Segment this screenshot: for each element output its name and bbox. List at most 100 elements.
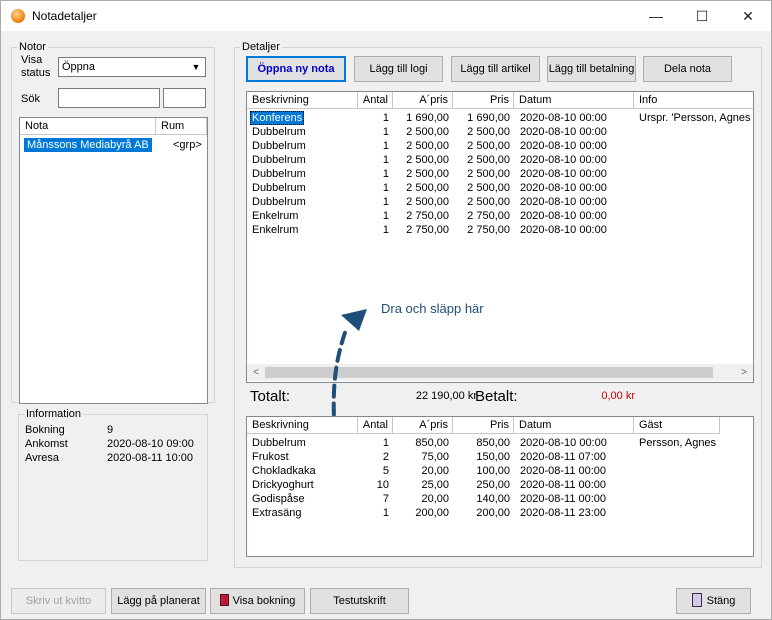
add-lodging-button[interactable]: Lägg till logi bbox=[354, 56, 443, 82]
add-payment-button[interactable]: Lägg till betalning bbox=[547, 56, 636, 82]
cell-desc: Dubbelrum bbox=[252, 168, 306, 180]
column-header-pris[interactable]: Pris bbox=[453, 92, 514, 109]
show-booking-button[interactable]: Visa bokning bbox=[210, 588, 305, 614]
minimize-button[interactable]: — bbox=[633, 1, 679, 31]
column-header-info[interactable]: Info bbox=[634, 92, 753, 109]
table-row[interactable]: Enkelrum 1 2 750,00 2 750,00 2020-08-10 00:0… bbox=[247, 223, 753, 237]
cell-datum: 2020-08-10 00:00 bbox=[520, 182, 607, 194]
column-header-antal[interactable]: Antal bbox=[358, 417, 393, 434]
cell-gast bbox=[639, 464, 749, 478]
add-article-button[interactable]: Lägg till artikel bbox=[451, 56, 540, 82]
cell-antal: 1 bbox=[382, 126, 389, 138]
info-label-bokning: Bokning bbox=[25, 424, 65, 436]
info-value-bokning: 9 bbox=[107, 424, 114, 436]
sok-label: Sök bbox=[21, 93, 40, 105]
share-nota-button[interactable]: Dela nota bbox=[643, 56, 732, 82]
cell-gast bbox=[639, 478, 749, 492]
column-header-apris[interactable]: A´pris bbox=[393, 92, 453, 109]
scroll-right-icon[interactable]: > bbox=[737, 364, 751, 381]
column-header-pris[interactable]: Pris bbox=[453, 417, 514, 434]
table-row[interactable]: Konferens 1 1 690,00 1 690,00 2020-08-10 00:… bbox=[247, 111, 753, 125]
cell-datum: 2020-08-10 00:00 bbox=[520, 126, 607, 138]
cell-pris: 250,00 bbox=[476, 479, 510, 491]
paid-value: 0,00 kr bbox=[601, 390, 635, 402]
cell-datum: 2020-08-11 07:00 bbox=[520, 451, 607, 463]
cell-pris: 150,00 bbox=[476, 451, 510, 463]
cell-antal: 2 bbox=[382, 451, 389, 463]
cell-desc: Drickyoghurt bbox=[252, 479, 314, 491]
cell-apris: 2 500,00 bbox=[406, 126, 449, 138]
column-header-nota[interactable]: Nota bbox=[20, 118, 156, 135]
cell-datum: 2020-08-10 00:00 bbox=[520, 112, 607, 124]
column-header-datum[interactable]: Datum bbox=[514, 92, 634, 109]
chevron-down-icon[interactable]: ▼ bbox=[189, 60, 203, 74]
cell-desc: Enkelrum bbox=[252, 210, 299, 222]
cell-desc: Frukost bbox=[252, 451, 289, 463]
column-header-datum[interactable]: Datum bbox=[514, 417, 634, 434]
column-header-beskrivning[interactable]: Beskrivning bbox=[247, 92, 358, 109]
table-row[interactable]: Chokladkaka 5 20,00 100,00 2020-08-11 00:00 bbox=[247, 464, 753, 478]
close-button[interactable]: Stäng bbox=[676, 588, 751, 614]
column-header-apris[interactable]: A´pris bbox=[393, 417, 453, 434]
print-receipt-button[interactable]: Skriv ut kvitto bbox=[11, 588, 106, 614]
total-label: Totalt: bbox=[250, 388, 291, 405]
cell-apris: 850,00 bbox=[415, 437, 449, 449]
close-window-button[interactable]: ✕ bbox=[725, 1, 771, 31]
cell-info bbox=[639, 223, 753, 237]
cell-info bbox=[639, 209, 753, 223]
table-row[interactable]: Godispåse 7 20,00 140,00 2020-08-11 00:00 bbox=[247, 492, 753, 506]
cell-gast bbox=[639, 492, 749, 506]
cell-apris: 2 500,00 bbox=[406, 140, 449, 152]
table-row[interactable]: Dubbelrum 1 2 500,00 2 500,00 2020-08-10 00:… bbox=[247, 153, 753, 167]
cell-apris: 200,00 bbox=[415, 507, 449, 519]
table-row[interactable]: Dubbelrum 1 2 500,00 2 500,00 2020-08-10 00:… bbox=[247, 139, 753, 153]
test-print-button[interactable]: Testutskrift bbox=[310, 588, 409, 614]
book-icon bbox=[219, 594, 229, 606]
close-button-label: Stäng bbox=[706, 595, 736, 607]
column-header-rum[interactable]: Rum bbox=[156, 118, 207, 135]
cell-datum: 2020-08-11 00:00 bbox=[520, 493, 607, 505]
table-row[interactable]: Dubbelrum 1 2 500,00 2 500,00 2020-08-10 00:… bbox=[247, 181, 753, 195]
scroll-left-icon[interactable]: < bbox=[249, 364, 263, 381]
paid-label: Betalt: bbox=[475, 388, 518, 405]
cell-info: Urspr. 'Persson, Agnes ( bbox=[639, 112, 754, 124]
cell-info bbox=[639, 153, 753, 167]
cell-info bbox=[639, 195, 753, 209]
table-row[interactable]: Drickyoghurt 10 25,00 250,00 2020-08-11 00:0… bbox=[247, 478, 753, 492]
room-search-input[interactable] bbox=[163, 88, 206, 108]
add-scheduled-button[interactable]: Lägg på planerat bbox=[111, 588, 206, 614]
open-new-nota-button[interactable]: Öppna ny nota bbox=[246, 56, 346, 82]
cell-info bbox=[639, 181, 753, 195]
column-header-beskrivning[interactable]: Beskrivning bbox=[247, 417, 358, 434]
table-row[interactable]: Dubbelrum 1 850,00 850,00 2020-08-10 00:00 Pe… bbox=[247, 436, 753, 450]
table-row[interactable]: Dubbelrum 1 2 500,00 2 500,00 2020-08-10 00:… bbox=[247, 167, 753, 181]
cell-pris: 2 500,00 bbox=[467, 126, 510, 138]
column-header-antal[interactable]: Antal bbox=[358, 92, 393, 109]
table-row[interactable]: Dubbelrum 1 2 500,00 2 500,00 2020-08-10 00:… bbox=[247, 125, 753, 139]
cell-info bbox=[639, 125, 753, 139]
maximize-button[interactable]: ☐ bbox=[679, 1, 725, 31]
cell-desc: Dubbelrum bbox=[252, 437, 306, 449]
total-value: 22 190,00 kr bbox=[415, 390, 477, 402]
cell-desc: Dubbelrum bbox=[252, 126, 306, 138]
table-row[interactable]: Dubbelrum 1 2 500,00 2 500,00 2020-08-10 00:… bbox=[247, 195, 753, 209]
cell-pris: 1 690,00 bbox=[467, 112, 510, 124]
cell-desc: Chokladkaka bbox=[252, 465, 316, 477]
cell-desc: Dubbelrum bbox=[252, 140, 306, 152]
nota-room: <grp> bbox=[173, 139, 202, 151]
list-item[interactable]: Månssons Mediabyrå AB <grp> bbox=[20, 138, 207, 152]
cell-antal: 1 bbox=[382, 507, 389, 519]
information-group-label: Information bbox=[26, 408, 82, 420]
nota-list[interactable]: Nota Rum Månssons Mediabyrå AB <grp> bbox=[19, 117, 208, 404]
search-input[interactable] bbox=[58, 88, 160, 108]
table-row[interactable]: Enkelrum 1 2 750,00 2 750,00 2020-08-10 00:0… bbox=[247, 209, 753, 223]
table-row[interactable]: Extrasäng 1 200,00 200,00 2020-08-11 23:00 bbox=[247, 506, 753, 520]
planned-rows-table[interactable]: Beskrivning Antal A´pris Pris Datum Gäst… bbox=[246, 416, 754, 557]
cell-datum: 2020-08-10 00:00 bbox=[520, 437, 607, 449]
cell-antal: 1 bbox=[382, 182, 389, 194]
cell-antal: 1 bbox=[382, 154, 389, 166]
table-row[interactable]: Frukost 2 75,00 150,00 2020-08-11 07:00 bbox=[247, 450, 753, 464]
column-header-gast[interactable]: Gäst bbox=[634, 417, 720, 434]
nota-name: Månssons Mediabyrå AB bbox=[24, 138, 152, 152]
status-select[interactable]: Öppna ▼ bbox=[58, 57, 206, 77]
